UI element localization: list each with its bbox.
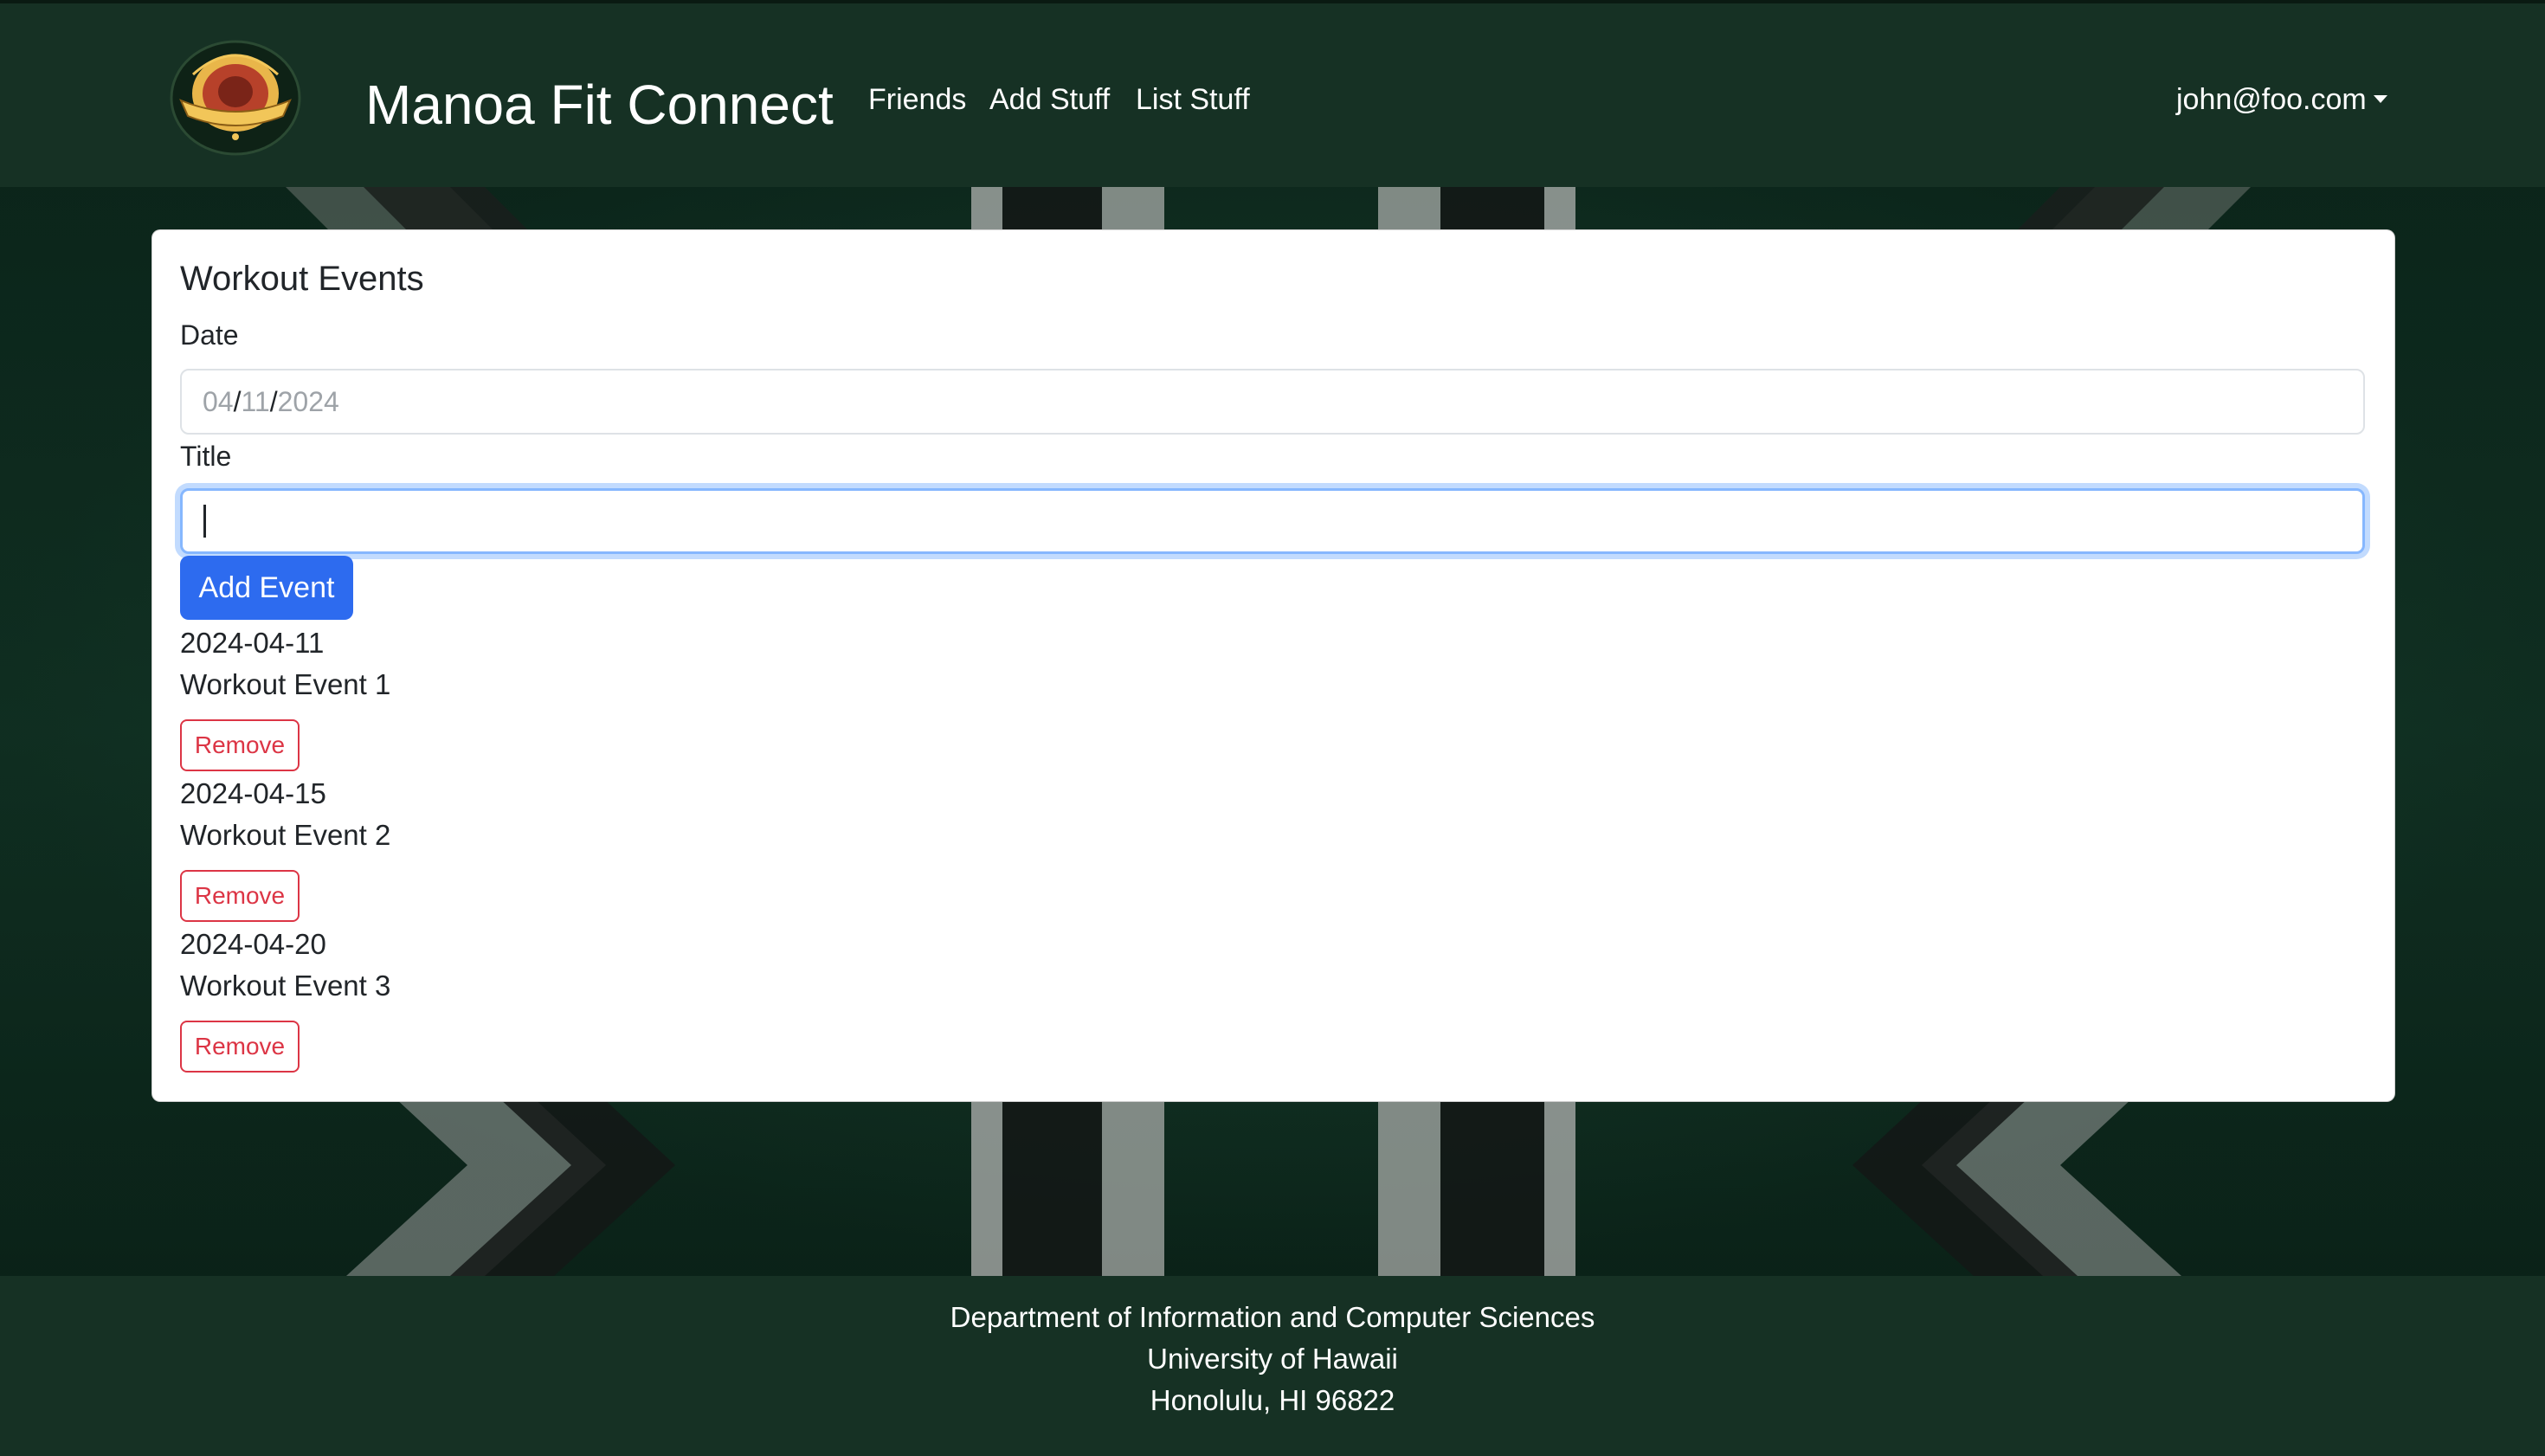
manoa-fit-connect-logo-icon[interactable]: [169, 40, 302, 156]
title-input[interactable]: [180, 488, 2365, 554]
user-email: john@foo.com: [2176, 83, 2367, 116]
nav-link-list-stuff[interactable]: List Stuff: [1136, 76, 1250, 123]
navbar: Manoa Fit Connect Friends Add Stuff List…: [0, 0, 2545, 187]
text-cursor: [203, 505, 206, 538]
event-title: Workout Event 2: [180, 819, 391, 851]
remove-event-button[interactable]: Remove: [180, 870, 300, 922]
event-date: 2024-04-11: [180, 627, 325, 659]
card-title: Workout Events: [180, 260, 424, 298]
date-input[interactable]: 04/11/2024: [180, 369, 2365, 435]
event-date: 2024-04-20: [180, 928, 326, 960]
user-dropdown[interactable]: john@foo.com: [2176, 76, 2387, 123]
date-separator: /: [233, 385, 242, 417]
date-separator: /: [269, 385, 278, 417]
event-title: Workout Event 1: [180, 668, 391, 700]
date-day-segment[interactable]: 11: [241, 386, 269, 418]
footer-address: Honolulu, HI 96822: [1150, 1384, 1395, 1416]
add-event-button[interactable]: Add Event: [180, 556, 353, 620]
date-label: Date: [180, 319, 239, 351]
footer-department: Department of Information and Computer S…: [950, 1301, 1595, 1333]
footer-university: University of Hawaii: [1147, 1343, 1398, 1375]
remove-event-button[interactable]: Remove: [180, 719, 300, 771]
date-month-segment[interactable]: 04: [203, 386, 234, 418]
nav-link-friends[interactable]: Friends: [868, 76, 966, 123]
event-date: 2024-04-15: [180, 777, 326, 809]
brand-title[interactable]: Manoa Fit Connect: [365, 66, 834, 144]
caret-down-icon: [2373, 95, 2387, 103]
footer: Department of Information and Computer S…: [0, 1276, 2545, 1456]
event-title: Workout Event 3: [180, 970, 391, 1002]
workout-events-card: [151, 229, 2395, 1102]
nav-link-add-stuff[interactable]: Add Stuff: [989, 76, 1110, 123]
title-label: Title: [180, 441, 232, 472]
remove-event-button[interactable]: Remove: [180, 1021, 300, 1073]
date-year-segment[interactable]: 2024: [278, 386, 339, 418]
